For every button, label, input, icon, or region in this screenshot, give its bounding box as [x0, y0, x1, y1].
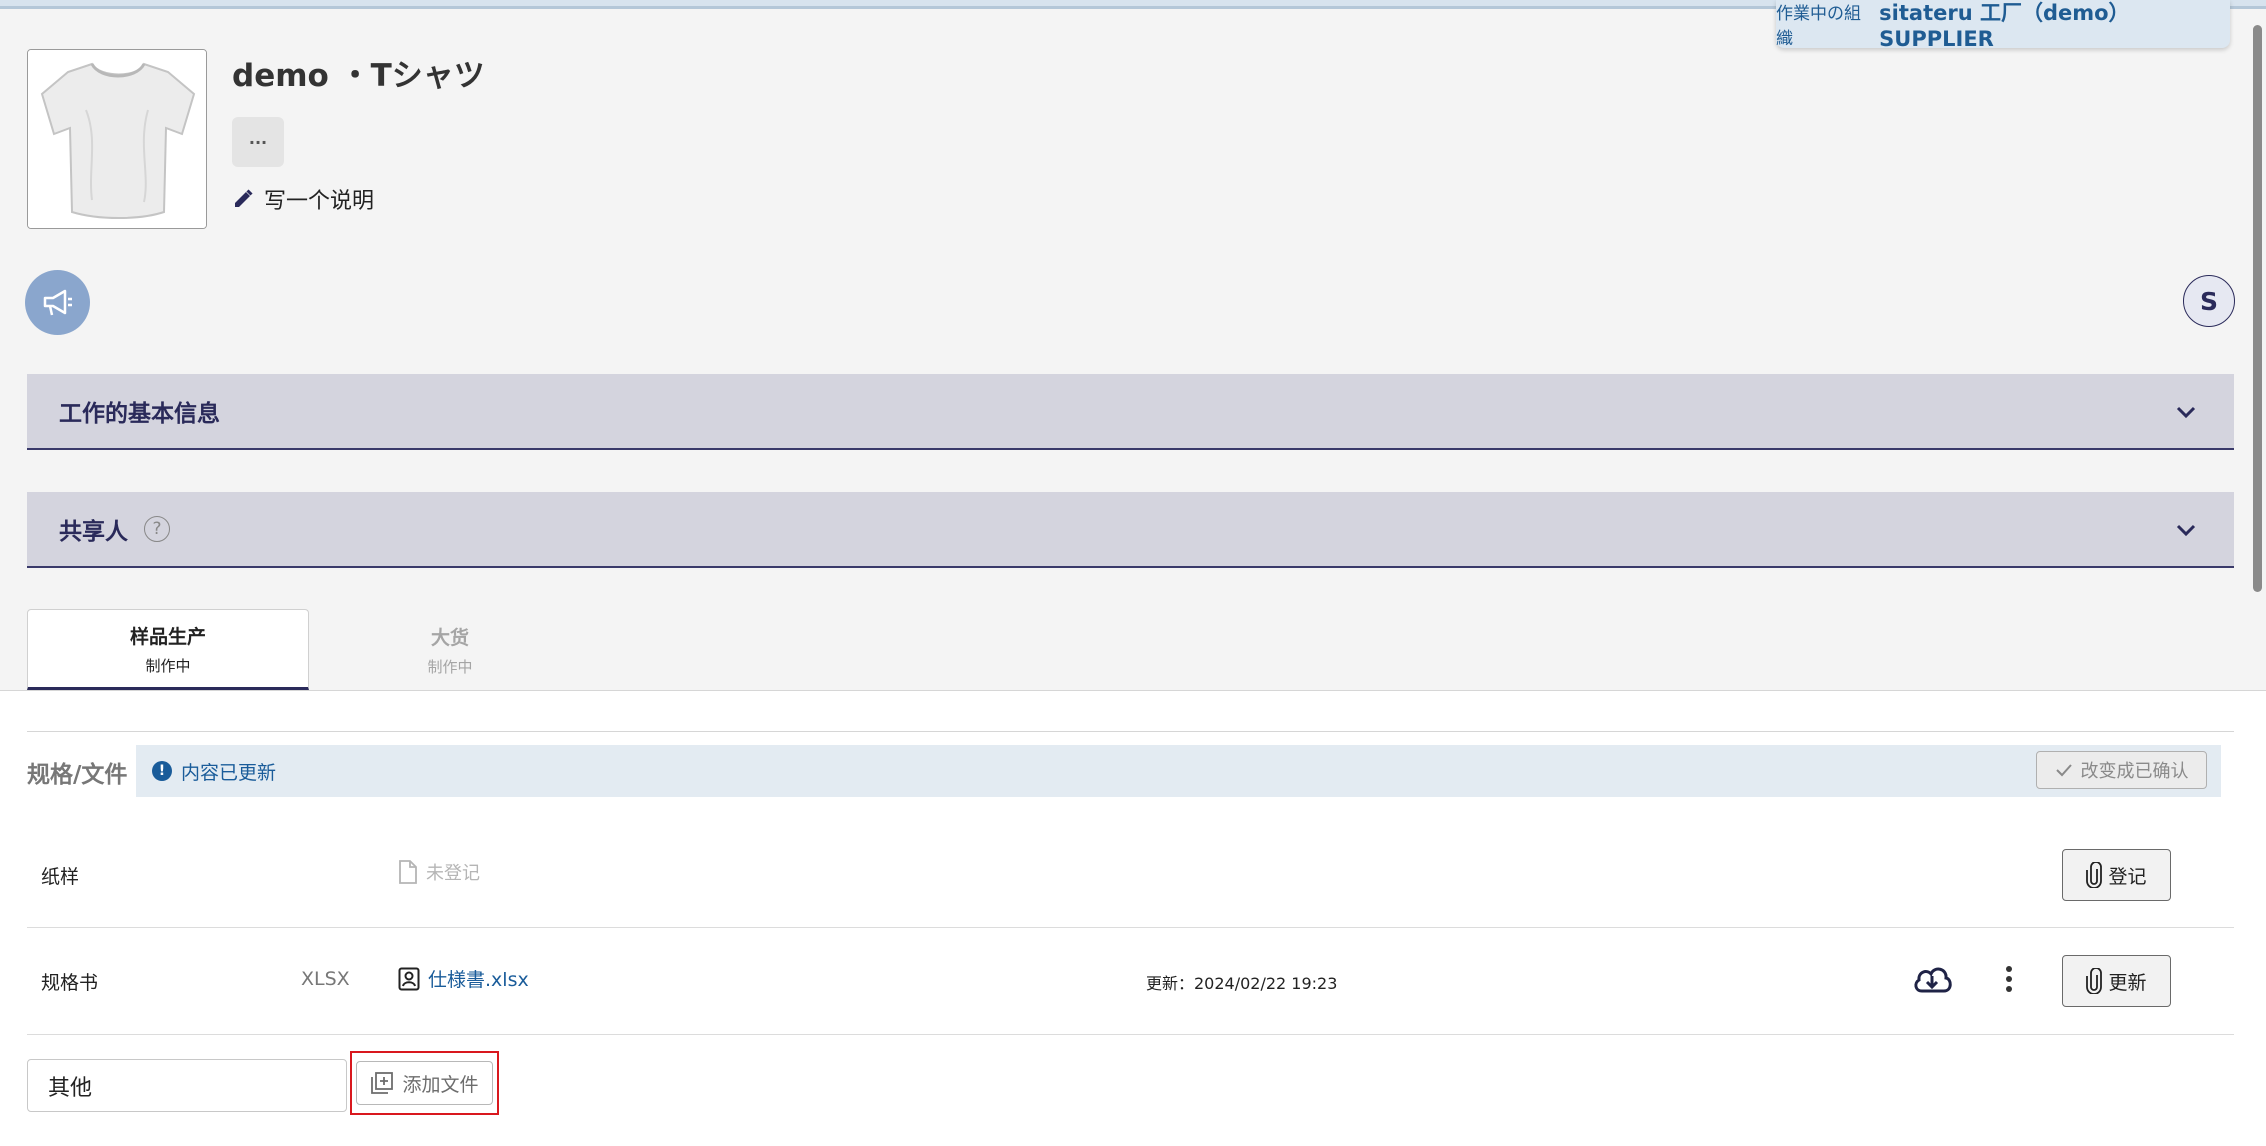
tab-sample-production[interactable]: 样品生产 制作中 — [27, 609, 309, 690]
more-options-button[interactable]: ··· — [232, 117, 284, 167]
sharers-accordion[interactable]: 共享人 ? — [27, 492, 2234, 568]
megaphone-icon — [43, 289, 72, 315]
cloud-download-icon[interactable] — [1912, 962, 1952, 996]
divider — [27, 731, 2234, 732]
help-icon[interactable]: ? — [144, 516, 170, 542]
write-description-link[interactable]: 写一个说明 — [232, 183, 374, 215]
update-notice: ! 内容已更新 — [136, 745, 2221, 797]
tab-bulk-production[interactable]: 大货 制作中 — [309, 609, 591, 690]
more-label: ··· — [248, 132, 268, 152]
row-divider — [27, 1034, 2234, 1035]
product-thumbnail[interactable] — [27, 49, 207, 229]
tshirt-image — [28, 50, 206, 228]
more-vertical-icon[interactable] — [2005, 964, 2013, 994]
document-icon — [399, 860, 417, 884]
file-type: XLSX — [301, 968, 350, 990]
org-name: sitateru 工厂（demo） SUPPLIER — [1879, 1, 2130, 51]
paperclip-icon — [2086, 968, 2103, 994]
file-row-spec-sheet: 规格书 XLSX 仕様書.xlsx 更新：2024/02/22 19:23 更新 — [27, 928, 2234, 1034]
other-category-input[interactable]: 其他 — [27, 1059, 347, 1112]
confirm-changes-button[interactable]: 改变成已确认 — [2036, 751, 2207, 789]
announcement-button[interactable] — [25, 270, 90, 335]
update-button[interactable]: 更新 — [2062, 955, 2171, 1007]
tab-status: 制作中 — [145, 656, 191, 675]
divider — [0, 690, 2266, 691]
file-link[interactable]: 仕様書.xlsx — [398, 965, 529, 992]
current-organization-badge[interactable]: 作業中の組織 sitateru 工厂（demo） SUPPLIER — [1776, 0, 2230, 51]
register-label: 登记 — [2108, 865, 2147, 888]
tab-status: 制作中 — [427, 657, 473, 676]
file-name: 仕様書.xlsx — [428, 969, 529, 991]
user-avatar[interactable]: S — [2183, 275, 2235, 327]
paperclip-icon — [2086, 862, 2103, 888]
spreadsheet-icon — [398, 967, 420, 990]
file-row-pattern: 纸样 未登记 登记 — [27, 822, 2234, 928]
file-category: 规格书 — [41, 972, 99, 994]
file-category: 纸样 — [41, 866, 80, 888]
check-icon — [2055, 764, 2072, 777]
chevron-down-icon — [2176, 406, 2196, 419]
add-file-icon — [371, 1072, 394, 1094]
basic-info-title: 工作的基本信息 — [59, 401, 220, 427]
header-area — [0, 9, 2266, 690]
add-file-label: 添加文件 — [402, 1073, 479, 1096]
tab-label: 大货 — [430, 626, 469, 649]
pencil-icon — [235, 189, 253, 207]
product-title: demo ・Tシャツ — [232, 58, 485, 94]
write-description-label: 写一个说明 — [264, 189, 375, 214]
chevron-down-icon — [2176, 524, 2196, 537]
update-notice-text: 内容已更新 — [181, 761, 277, 784]
update-label: 更新 — [2108, 971, 2147, 994]
info-icon: ! — [152, 761, 172, 781]
updated-timestamp: 更新：2024/02/22 19:23 — [1146, 974, 1338, 993]
confirm-label: 改变成已确认 — [2080, 761, 2189, 782]
unregistered-label: 未登记 — [426, 863, 480, 884]
register-button[interactable]: 登记 — [2062, 849, 2171, 901]
unregistered-file: 未登记 — [398, 859, 480, 885]
tab-label: 样品生产 — [129, 625, 206, 648]
specs-section-title: 规格/文件 — [27, 762, 128, 788]
add-file-button[interactable]: 添加文件 — [356, 1061, 493, 1105]
org-label: 作業中の組織 — [1776, 4, 1861, 49]
basic-info-accordion[interactable]: 工作的基本信息 — [27, 374, 2234, 450]
sharers-title: 共享人 — [59, 519, 128, 545]
scrollbar[interactable] — [2253, 25, 2262, 592]
